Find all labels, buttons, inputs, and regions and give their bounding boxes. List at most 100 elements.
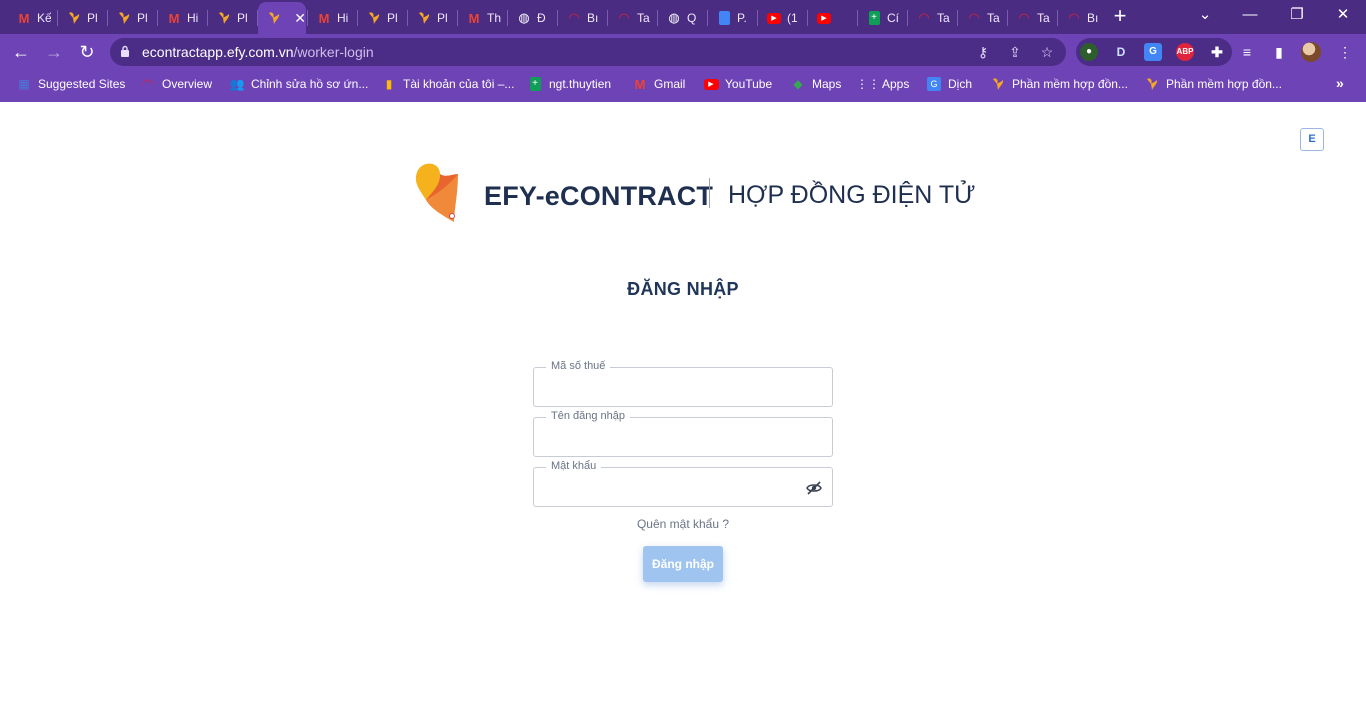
key-icon[interactable]: ⚷ (974, 43, 992, 61)
tab[interactable]: Pl (208, 4, 256, 32)
gmail-icon: M (468, 10, 480, 26)
tab-close-icon[interactable]: ✕ (294, 10, 306, 27)
reload-button[interactable]: ↻ (74, 39, 100, 65)
tab[interactable]: M Kế (8, 4, 56, 32)
tax-code-input[interactable] (544, 376, 804, 400)
youtube-icon: ▶ (703, 76, 719, 92)
side-panel-icon[interactable]: ▮ (1270, 43, 1288, 61)
bookmark-item[interactable]: Phần mềm hợp đồn... (1144, 75, 1282, 93)
tab-strip: M Kế Pl Pl M Hi Pl ✕ M Hi Pl Pl M Th ◍ Đ ◠ Bı ◠ Ta ◍ Q P. ▶ (1 ▶ +… (0, 0, 1366, 34)
tab-separator (107, 10, 108, 26)
tab-separator (457, 10, 458, 26)
tab[interactable]: M Hi (158, 4, 206, 32)
share-icon[interactable]: ⇪ (1006, 43, 1024, 61)
bookmark-item[interactable]: M Gmail (632, 75, 686, 93)
media-control-icon[interactable]: ≡ (1238, 43, 1256, 61)
tab[interactable]: ◠ Ta (908, 4, 956, 32)
tab-active[interactable]: ✕ (258, 2, 306, 34)
bookmark-label: YouTube (725, 77, 773, 91)
extensions-group: ● D G ABP ✚ (1076, 38, 1232, 66)
bookmark-label: Phần mềm hợp đồn... (1166, 77, 1282, 91)
forgot-password-link[interactable]: Quên mật khẩu ? (583, 517, 783, 531)
login-button[interactable]: Đăng nhập (643, 546, 723, 582)
bookmark-item[interactable]: ⋮⋮ Apps (856, 75, 909, 93)
extension-green-icon[interactable]: ● (1080, 43, 1098, 61)
tab-separator (407, 10, 408, 26)
tab[interactable]: ◠ Ta (1008, 4, 1056, 32)
lock-icon (121, 45, 129, 57)
tab[interactable]: P. (708, 4, 756, 32)
arc-icon: ◠ (968, 10, 980, 25)
bookmark-item[interactable]: G Dịch (926, 75, 972, 93)
url-domain: econtractapp.efy.com.vn (142, 44, 294, 60)
tab-separator (857, 10, 858, 26)
profile-avatar[interactable] (1301, 42, 1321, 62)
bookmarks-bar: ▦ Suggested Sites ◠ Overview 👥 Chỉnh sửa hồ s… (0, 70, 1366, 98)
tab[interactable]: ▶ (808, 4, 856, 32)
tab[interactable]: ◍ Đ (508, 4, 556, 32)
password-label: Mật khẩu (546, 460, 602, 472)
globe-icon: ◍ (668, 10, 680, 25)
tab[interactable]: ◠ Bı (558, 4, 606, 32)
url-text: econtractapp.efy.com.vn/worker-login (142, 44, 374, 60)
menu-kebab-icon[interactable]: ⋮ (1336, 43, 1354, 61)
tab-separator (357, 10, 358, 26)
tab-search-icon[interactable]: ⌄ (1190, 4, 1220, 28)
brand-name: EFY-eCONTRACT (484, 181, 714, 211)
arc-icon: ◠ (1068, 10, 1080, 25)
back-button[interactable]: ← (8, 39, 34, 65)
language-button[interactable]: E (1300, 128, 1324, 151)
tab[interactable]: ◠ Ta (608, 4, 656, 32)
tab[interactable]: Pl (358, 4, 406, 32)
password-input[interactable] (544, 476, 804, 500)
bookmark-item[interactable]: Phần mềm hợp đồn... (990, 75, 1128, 93)
bookmark-star-icon[interactable]: ☆ (1038, 43, 1056, 61)
tab-separator (507, 10, 508, 26)
username-field[interactable]: Tên đăng nhập (533, 410, 833, 457)
tab-title: Bı (587, 11, 599, 25)
bookmark-item[interactable]: ◆ Maps (790, 75, 841, 93)
bookmark-item[interactable]: 👥 Chỉnh sửa hồ sơ ứn... (229, 75, 369, 93)
docs-icon (717, 11, 731, 25)
sheets-icon: + (867, 11, 881, 25)
tab[interactable]: ◍ Q (658, 4, 706, 32)
tab-title: Bı (1087, 11, 1099, 25)
bookmark-label: ngt.thuytien (549, 77, 612, 91)
new-tab-button[interactable]: + (1108, 5, 1132, 29)
tab[interactable]: ▶ (1 (758, 4, 806, 32)
tab[interactable]: + Cí (858, 4, 906, 32)
minimize-button[interactable]: — (1235, 4, 1265, 28)
tax-code-field[interactable]: Mã số thuế (533, 360, 833, 407)
tab-separator (57, 10, 58, 26)
eye-off-icon[interactable] (806, 480, 822, 496)
tab[interactable]: M Th (458, 4, 506, 32)
tab[interactable]: ◠ Ta (958, 4, 1006, 32)
password-field[interactable]: Mật khẩu (533, 460, 833, 507)
tab[interactable]: Pl (108, 4, 156, 32)
puzzle-icon[interactable]: ✚ (1208, 43, 1226, 61)
bookmark-item[interactable]: ▮ Tài khoản của tôi –... (381, 75, 515, 93)
username-input[interactable] (544, 426, 804, 450)
close-window-button[interactable]: ✕ (1328, 4, 1358, 28)
bookmark-item[interactable]: + ngt.thuytien (527, 75, 611, 93)
apps-icon: ⋮⋮ (856, 77, 880, 91)
bookmark-item[interactable]: ▦ Suggested Sites (16, 75, 125, 93)
bookmark-item[interactable]: ◠ Overview (140, 75, 212, 93)
bookmarks-overflow-icon[interactable]: » (1336, 75, 1344, 91)
bookmark-label: Dịch (948, 77, 973, 91)
extension-d-icon[interactable]: D (1112, 43, 1130, 61)
translate-extension-icon[interactable]: G (1144, 43, 1162, 61)
tab-separator (657, 10, 658, 26)
address-bar[interactable]: econtractapp.efy.com.vn/worker-login ⚷ ⇪… (110, 38, 1066, 66)
tab[interactable]: ◠ Bı (1058, 4, 1106, 32)
adblock-icon[interactable]: ABP (1176, 43, 1194, 61)
tab[interactable]: Pl (58, 4, 106, 32)
forward-button[interactable]: → (41, 39, 67, 65)
brand-divider (709, 178, 710, 208)
restore-button[interactable]: ❐ (1282, 4, 1312, 28)
bookmark-item[interactable]: ▶ YouTube (703, 75, 772, 93)
tab[interactable]: M Hi (308, 4, 356, 32)
efy-icon (67, 11, 81, 25)
tab[interactable]: Pl (408, 4, 456, 32)
gmail-icon: M (18, 10, 30, 26)
